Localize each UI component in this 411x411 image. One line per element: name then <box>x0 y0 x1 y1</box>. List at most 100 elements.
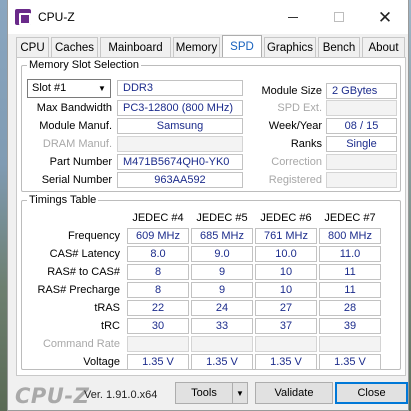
spd-ext-label: SPD Ext. <box>277 102 322 114</box>
timing-cell: 8.0 <box>127 246 189 262</box>
timings-column-header: JEDEC #7 <box>324 212 376 224</box>
tab-memory[interactable]: Memory <box>173 37 220 57</box>
tab-spd[interactable]: SPD <box>222 35 262 58</box>
timing-cell: 8 <box>127 282 189 298</box>
timing-cell: 28 <box>319 300 381 316</box>
frequency-label: Frequency <box>68 230 120 242</box>
ras-to-cas-label: RAS# to CAS# <box>47 266 120 278</box>
max-bandwidth-field: PC3-12800 (800 MHz) <box>117 100 243 116</box>
timings-column-header: JEDEC #5 <box>196 212 248 224</box>
tab-about[interactable]: About <box>362 37 405 57</box>
memory-type-field: DDR3 <box>117 80 243 96</box>
spd-panel: Memory Slot Selection Slot #1 ▼ DDR3 Max… <box>16 57 406 376</box>
timing-cell: 1.35 V <box>255 354 317 370</box>
timing-cell: 10.0 <box>255 246 317 262</box>
dram-manuf-label: DRAM Manuf. <box>42 138 112 150</box>
timing-cell: 27 <box>255 300 317 316</box>
timing-cell <box>319 336 381 352</box>
timing-cell: 10 <box>255 264 317 280</box>
cpuz-logo: CPU-Z <box>15 384 90 408</box>
minimize-icon <box>288 16 298 18</box>
tools-button[interactable]: Tools <box>175 382 232 404</box>
footer-bar: CPU-Z Ver. 1.91.0.x64 Tools ▼ Validate C… <box>8 378 408 410</box>
timing-cell: 9 <box>191 264 253 280</box>
timing-cell: 761 MHz <box>255 228 317 244</box>
title-bar[interactable]: CPU-Z ✕ <box>8 0 408 34</box>
tab-mainboard[interactable]: Mainboard <box>100 37 171 57</box>
chevron-down-icon[interactable]: ▼ <box>94 80 110 97</box>
timing-cell: 33 <box>191 318 253 334</box>
timings-column-header: JEDEC #4 <box>132 212 184 224</box>
chevron-down-icon: ▼ <box>236 388 244 398</box>
spd-ext-field <box>326 100 397 116</box>
module-manuf-label: Module Manuf. <box>39 120 112 132</box>
timings-column-header: JEDEC #6 <box>260 212 312 224</box>
minimize-button[interactable] <box>270 0 316 34</box>
maximize-button[interactable] <box>316 0 362 34</box>
timing-cell <box>127 336 189 352</box>
ranks-label: Ranks <box>290 138 322 150</box>
serial-number-field: 963AA592 <box>117 172 243 188</box>
timing-cell: 30 <box>127 318 189 334</box>
correction-label: Correction <box>271 156 322 168</box>
maximize-icon <box>334 12 344 22</box>
module-manuf-field: Samsung <box>117 118 243 134</box>
tab-bench[interactable]: Bench <box>318 37 360 57</box>
memory-slot-group: Memory Slot Selection Slot #1 ▼ DDR3 Max… <box>21 59 401 192</box>
timing-cell: 1.35 V <box>127 354 189 370</box>
timing-cell: 11 <box>319 264 381 280</box>
ranks-field: Single <box>326 136 397 152</box>
timing-cell: 24 <box>191 300 253 316</box>
dram-manuf-field <box>117 136 243 152</box>
module-size-field: 2 GBytes <box>326 83 397 99</box>
timing-cell: 8 <box>127 264 189 280</box>
validate-button[interactable]: Validate <box>255 382 333 404</box>
tab-caches[interactable]: Caches <box>51 37 98 57</box>
tools-dropdown-button[interactable]: ▼ <box>232 382 248 404</box>
timing-cell <box>255 336 317 352</box>
max-bandwidth-label: Max Bandwidth <box>36 102 112 114</box>
tab-cpu[interactable]: CPU <box>16 37 49 57</box>
slot-select[interactable]: Slot #1 ▼ <box>27 79 111 98</box>
tab-graphics[interactable]: Graphics <box>264 37 316 57</box>
registered-field <box>326 172 397 188</box>
version-label: Ver. 1.91.0.x64 <box>84 389 158 401</box>
timing-cell: 10 <box>255 282 317 298</box>
part-number-label: Part Number <box>49 156 112 168</box>
ras-precharge-label: RAS# Precharge <box>37 284 120 296</box>
timing-cell: 9.0 <box>191 246 253 262</box>
serial-number-label: Serial Number <box>41 174 112 186</box>
timing-cell: 22 <box>127 300 189 316</box>
close-window-button[interactable]: ✕ <box>362 0 408 34</box>
part-number-field: M471B5674QH0-YK0 <box>117 154 243 170</box>
timing-cell: 39 <box>319 318 381 334</box>
timing-cell: 37 <box>255 318 317 334</box>
timings-group-title: Timings Table <box>27 194 99 207</box>
timing-cell: 800 MHz <box>319 228 381 244</box>
timing-cell: 11.0 <box>319 246 381 262</box>
tras-label: tRAS <box>94 302 120 314</box>
timing-cell: 609 MHz <box>127 228 189 244</box>
slot-select-value: Slot #1 <box>32 82 67 94</box>
cpuz-app-icon <box>15 9 31 25</box>
module-size-label: Module Size <box>261 85 322 97</box>
window-title: CPU-Z <box>38 10 75 24</box>
timings-group: Timings Table JEDEC #4 JEDEC #5 JEDEC #6… <box>21 194 401 370</box>
cpuz-window: CPU-Z ✕ CPU Caches Mainboard Memory SPD … <box>7 0 409 411</box>
close-button[interactable]: Close <box>335 382 408 404</box>
timing-cell: 1.35 V <box>191 354 253 370</box>
registered-label: Registered <box>268 174 322 186</box>
voltage-label: Voltage <box>83 356 120 368</box>
timing-cell: 1.35 V <box>319 354 381 370</box>
command-rate-label: Command Rate <box>42 338 120 350</box>
memory-slot-group-title: Memory Slot Selection <box>27 59 142 72</box>
timing-cell: 11 <box>319 282 381 298</box>
timing-cell: 9 <box>191 282 253 298</box>
week-year-label: Week/Year <box>268 120 322 132</box>
week-year-field: 08 / 15 <box>326 118 397 134</box>
timing-cell <box>191 336 253 352</box>
trc-label: tRC <box>101 320 120 332</box>
cas-latency-label: CAS# Latency <box>49 248 120 260</box>
timing-cell: 685 MHz <box>191 228 253 244</box>
close-icon: ✕ <box>377 7 393 27</box>
